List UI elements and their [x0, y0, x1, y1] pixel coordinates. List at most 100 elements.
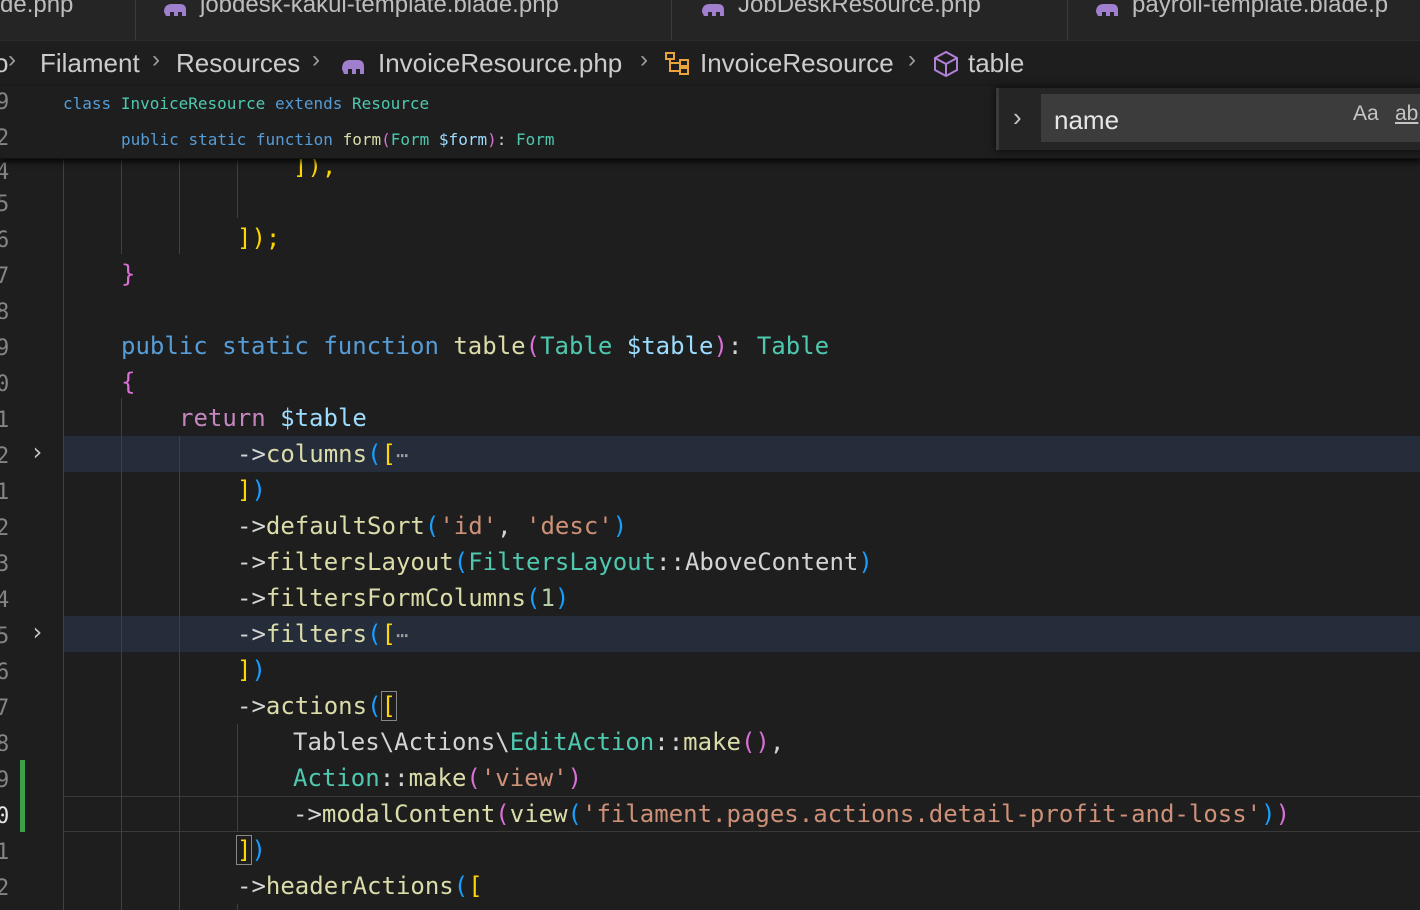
code-line: Tables\Actions\EditAction::make(),: [293, 728, 785, 756]
code-token: static: [188, 130, 247, 149]
code-line: ]);: [237, 220, 280, 256]
code-token: function: [255, 130, 333, 149]
code-token: filtersFormColumns: [265, 584, 526, 612]
folded-ellipsis[interactable]: ⋯: [396, 623, 408, 647]
line-number: 1: [0, 480, 10, 505]
code-token: ->: [293, 800, 322, 828]
code-token: Table: [540, 332, 613, 360]
code-token: Form: [390, 130, 430, 149]
line-number: 4: [0, 160, 10, 185]
code-token: ->: [237, 620, 266, 648]
line-number: 2: [0, 516, 10, 541]
match-case-button[interactable]: Aa: [1353, 102, 1379, 126]
code-token: ->: [237, 512, 266, 540]
find-query: name: [1054, 105, 1120, 135]
code-token: Tables\Actions\: [293, 728, 510, 756]
find-widget: › name Aa ab: [996, 88, 1420, 150]
code-token: ]);: [237, 224, 281, 252]
line-number: 9: [0, 768, 10, 793]
code-token: return: [179, 404, 266, 432]
line-number: 6: [0, 228, 10, 253]
line-number: 5: [0, 192, 10, 217]
indent-guide: [179, 436, 180, 910]
line-number: 0: [0, 372, 10, 397]
code-token: table: [453, 332, 526, 360]
line-number: 9: [0, 90, 10, 115]
sticky-line[interactable]: public static function form(Form $form):…: [121, 122, 555, 158]
code-token: InvoiceResource: [120, 94, 266, 113]
code-token: Resource: [352, 94, 430, 113]
code-token: make: [683, 728, 741, 756]
code-line: {: [121, 364, 135, 400]
line-number: 0: [0, 804, 10, 829]
folded-ellipsis[interactable]: ⋯: [396, 443, 408, 467]
sticky-line[interactable]: class InvoiceResource extends Resource: [63, 86, 429, 122]
match-whole-word-button[interactable]: ab: [1395, 102, 1418, 126]
line-number: 5: [0, 624, 10, 649]
code-token: static: [222, 332, 309, 360]
indent-guide: [179, 158, 180, 254]
code-token: 'id': [439, 512, 498, 540]
code-token: modalContent: [321, 800, 496, 828]
code-token: {: [121, 368, 136, 396]
line-number: 8: [0, 732, 10, 757]
code-token: 1: [540, 584, 555, 612]
indent-guide: [237, 724, 238, 832]
code-line: ->actions([: [237, 691, 398, 721]
git-added-indicator[interactable]: [20, 760, 25, 832]
toggle-replace-chevron-icon[interactable]: ›: [1013, 102, 1022, 133]
code-token: AboveContent: [684, 548, 859, 576]
line-number: 1: [0, 408, 10, 433]
line-number: 4: [0, 588, 10, 613]
code-line: ->defaultSort('id', 'desc'): [237, 512, 628, 540]
chevron-right-icon[interactable]: ›: [30, 618, 44, 646]
code-token: class: [63, 94, 112, 113]
indent-guide: [237, 158, 238, 218]
code-token: FiltersLayout: [468, 548, 657, 576]
code-token: $form: [438, 130, 488, 149]
code-token: 'filament.pages.actions.detail-profit-an…: [582, 800, 1262, 828]
code-token: actions: [265, 692, 368, 720]
code-line: ]): [235, 835, 266, 865]
code-token: columns: [265, 440, 368, 468]
code-token: Action: [293, 764, 380, 792]
code-token: ->: [237, 440, 266, 468]
line-number: 3: [0, 552, 10, 577]
chevron-right-icon[interactable]: ›: [30, 438, 44, 466]
code-token: Form: [516, 130, 555, 149]
line-number: 7: [0, 696, 10, 721]
line-number: 2: [0, 876, 10, 901]
line-number: 1: [0, 840, 10, 865]
code-token: filters: [265, 620, 368, 648]
code-token: make: [408, 764, 467, 792]
indent-guide: [237, 904, 238, 910]
code-line: public static function table(Table $tabl…: [121, 332, 830, 360]
line-number: 2: [0, 126, 10, 151]
indent-guide: [121, 398, 122, 910]
indent-guide: [121, 158, 122, 254]
code-line: ->modalContent(view('filament.pages.acti…: [293, 800, 1291, 828]
code-token: $table: [280, 404, 367, 432]
code-token: filtersLayout: [265, 548, 454, 576]
code-token: }: [121, 260, 136, 288]
code-token: EditAction: [509, 728, 655, 756]
indent-guide: [63, 158, 64, 910]
code-line: ->filtersLayout(FiltersLayout::AboveCont…: [237, 548, 873, 576]
code-token: headerActions: [265, 872, 454, 900]
code-token: extends: [274, 94, 343, 113]
line-number-gutter: 4 5 6 7 8 9 0 1 2 › 1 2 3 4 5 › 6 7 8 9 …: [0, 86, 60, 910]
code-line: Action::make('view'): [293, 764, 583, 792]
code-line: ]): [237, 476, 266, 504]
line-number: 2: [0, 444, 10, 469]
code-token: ->: [237, 692, 266, 720]
code-token: ->: [237, 584, 266, 612]
code-line: ->headerActions([: [237, 872, 483, 900]
code-token: ->: [237, 872, 266, 900]
line-number: 9: [0, 336, 10, 361]
code-token: public: [121, 332, 208, 360]
line-number: 7: [0, 264, 10, 289]
line-number: 6: [0, 660, 10, 685]
code-line: }: [121, 256, 135, 292]
code-token: function: [323, 332, 439, 360]
code-token: Table: [756, 332, 830, 360]
